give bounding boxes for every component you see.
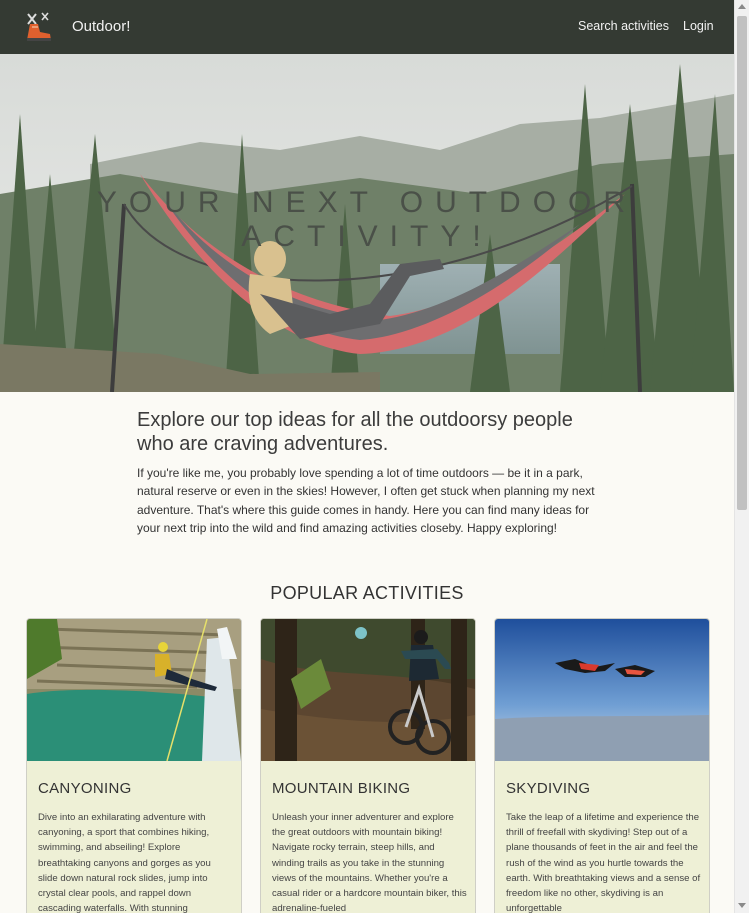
hiking-boot-logo-icon[interactable]: [22, 10, 56, 44]
mountain-biking-forest-image: [261, 619, 475, 761]
hero-title: YOUR NEXT OUTDOOR ACTIVITY!: [96, 186, 638, 253]
navbar: Outdoor! Search activities Login: [0, 0, 734, 54]
card-text: Dive into an exhilarating adventure with…: [38, 812, 211, 913]
scroll-down-arrow-icon[interactable]: [738, 903, 746, 908]
page: Outdoor! Search activities Login YOUR NE…: [0, 0, 734, 913]
card-title[interactable]: SKYDIVING: [506, 780, 590, 797]
hero-banner: YOUR NEXT OUTDOOR ACTIVITY!: [0, 54, 734, 392]
scroll-thumb[interactable]: [737, 16, 747, 510]
intro-section: Explore our top ideas for all the outdoo…: [137, 408, 607, 537]
card-text: Take the leap of a lifetime and experien…: [506, 812, 701, 913]
card-title[interactable]: MOUNTAIN BIKING: [272, 780, 410, 797]
vertical-scrollbar[interactable]: [734, 0, 749, 913]
card-text: Unleash your inner adventurer and explor…: [272, 812, 467, 913]
nav-login-link[interactable]: Login: [683, 19, 714, 33]
intro-paragraph: If you're like me, you probably love spe…: [137, 466, 595, 535]
card-title[interactable]: CANYONING: [38, 780, 132, 797]
activity-card-skydiving[interactable]: SKYDIVING Take the leap of a lifetime an…: [494, 618, 710, 913]
canyoning-waterfall-image: [27, 619, 241, 761]
activity-card-canyoning[interactable]: CANYONING Dive into an exhilarating adve…: [26, 618, 242, 913]
nav-search-activities-link[interactable]: Search activities: [578, 19, 669, 33]
activity-card-mountain-biking[interactable]: MOUNTAIN BIKING Unleash your inner adven…: [260, 618, 476, 913]
brand-name[interactable]: Outdoor!: [72, 18, 130, 35]
scroll-up-arrow-icon[interactable]: [738, 4, 746, 9]
skydiving-sky-image: [495, 619, 709, 761]
popular-activities-title: POPULAR ACTIVITIES: [270, 583, 464, 603]
intro-heading: Explore our top ideas for all the outdoo…: [137, 409, 573, 455]
